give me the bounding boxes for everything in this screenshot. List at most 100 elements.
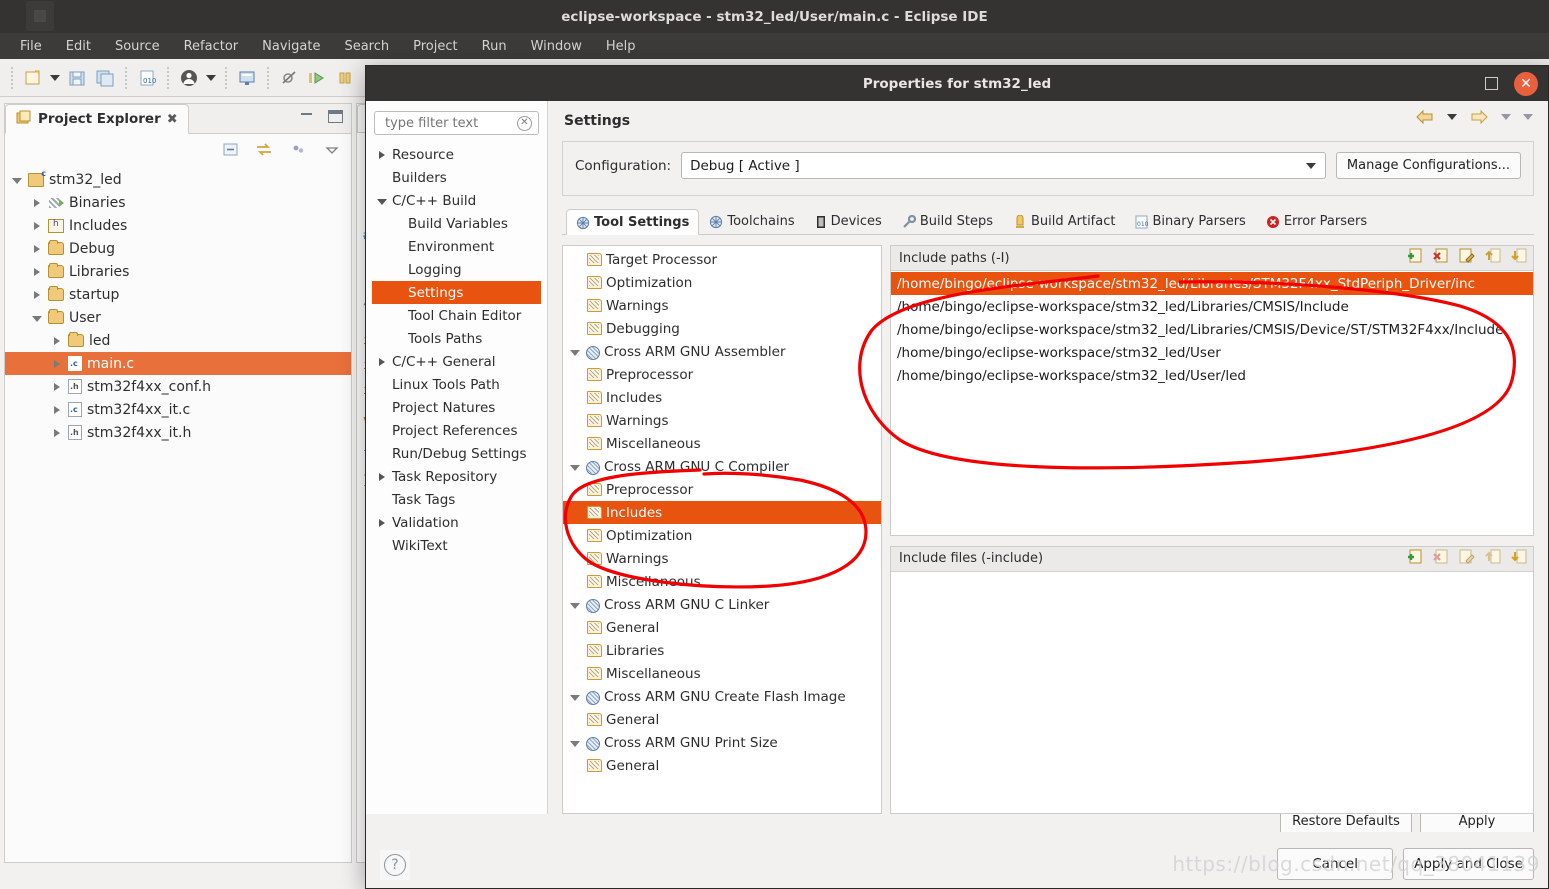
chevron-down-icon[interactable] [376,195,388,207]
restore-defaults-button[interactable]: Restore Defaults [1280,814,1412,832]
menu-file[interactable]: File [8,37,54,56]
menu-edit[interactable]: Edit [54,37,103,56]
tool-tree-item[interactable]: Cross ARM GNU Assembler [563,340,881,363]
properties-nav-item-linux-tools-path[interactable]: Linux Tools Path [372,373,541,396]
configuration-select[interactable]: Debug [ Active ] [681,152,1326,179]
forward-dropdown-icon[interactable] [1500,107,1512,127]
menu-navigate[interactable]: Navigate [250,37,332,56]
skip-breakpoints-icon[interactable] [276,65,302,91]
include-path-row[interactable]: /home/bingo/eclipse-workspace/stm32_led/… [891,318,1533,341]
properties-nav-item-project-references[interactable]: Project References [372,419,541,442]
chevron-right-icon[interactable] [31,266,43,278]
properties-nav-item-wikitext[interactable]: WikiText [372,534,541,557]
tab-binary-parsers[interactable]: 010 Binary Parsers [1125,208,1255,234]
chevron-right-icon[interactable] [51,358,63,370]
tool-tree-item[interactable]: Miscellaneous [563,662,881,685]
include-path-row-selected[interactable]: /home/bingo/eclipse-workspace/stm32_led/… [891,272,1533,295]
chevron-down-icon[interactable] [569,737,581,749]
tool-tree-item[interactable]: Cross ARM GNU C Compiler [563,455,881,478]
chevron-right-icon[interactable] [51,335,63,347]
filter-box[interactable]: ✕ [374,111,539,135]
properties-nav-item-build-variables[interactable]: Build Variables [372,212,541,235]
tab-toolchains[interactable]: Toolchains [699,208,804,234]
tree-item[interactable]: stm32f4xx_it.h [5,421,351,444]
maximize-icon[interactable] [1485,77,1498,90]
tool-settings-tree[interactable]: Target Processor Optimization Warnings Debu… [562,245,882,814]
tool-tree-item[interactable]: Preprocessor [563,363,881,386]
user-icon[interactable] [176,65,202,91]
edit-icon[interactable] [1458,248,1475,268]
tree-item[interactable]: led [5,329,351,352]
tool-tree-item[interactable]: Debugging [563,317,881,340]
menu-run[interactable]: Run [470,37,519,56]
menu-source[interactable]: Source [103,37,172,56]
properties-nav-item-builders[interactable]: Builders [372,166,541,189]
user-dropdown-icon[interactable] [204,66,218,90]
properties-nav-item-c-c-general[interactable]: C/C++ General [372,350,541,373]
help-button[interactable]: ? [380,850,410,880]
move-down-icon[interactable] [1510,248,1527,268]
filter-input[interactable] [383,114,513,132]
project-tree[interactable]: stm32_led Binaries Includes Debug Libraries s… [5,164,351,444]
add-icon[interactable] [1406,549,1423,569]
menu-project[interactable]: Project [401,37,469,56]
move-down-icon[interactable] [1510,549,1527,569]
delete-icon[interactable] [1432,549,1449,569]
tab-tool-settings[interactable]: Tool Settings [566,209,700,235]
tree-item[interactable]: stm32_led [5,168,351,191]
tab-devices[interactable]: Devices [805,208,892,234]
tool-tree-item[interactable]: Warnings [563,409,881,432]
new-file-dropdown-icon[interactable] [48,66,62,90]
include-paths-list[interactable]: /home/bingo/eclipse-workspace/stm32_led/… [891,271,1533,535]
properties-nav-item-resource[interactable]: Resource [372,143,541,166]
properties-nav-item-c-c-build[interactable]: C/C++ Build [372,189,541,212]
chevron-right-icon[interactable] [31,220,43,232]
pause-icon[interactable] [332,65,358,91]
include-path-row[interactable]: /home/bingo/eclipse-workspace/stm32_led/… [891,364,1533,387]
view-menu-icon[interactable] [289,140,307,158]
clear-filter-icon[interactable]: ✕ [517,116,532,131]
chevron-down-icon[interactable] [569,461,581,473]
minimize-view-icon[interactable] [299,110,314,123]
manage-configurations-button[interactable]: Manage Configurations... [1335,152,1521,179]
tab-error-parsers[interactable]: Error Parsers [1256,208,1377,234]
apply-button[interactable]: Apply [1420,814,1534,832]
save-all-icon[interactable] [92,65,118,91]
tool-tree-item[interactable]: General [563,616,881,639]
tool-tree-item[interactable]: Libraries [563,639,881,662]
tool-tree-item[interactable]: Optimization [563,524,881,547]
close-icon[interactable]: ✖ [167,112,178,127]
chevron-right-icon[interactable] [51,404,63,416]
cancel-button[interactable]: Cancel [1277,848,1394,880]
chevron-right-icon[interactable] [51,427,63,439]
include-files-list[interactable] [891,571,1533,813]
page-menu-icon[interactable] [1522,107,1534,127]
chevron-right-icon[interactable] [51,381,63,393]
tool-tree-item[interactable]: General [563,708,881,731]
link-with-editor-icon[interactable] [255,140,273,158]
chevron-down-icon[interactable] [569,599,581,611]
tree-item[interactable]: Binaries [5,191,351,214]
back-dropdown-icon[interactable] [1446,107,1458,127]
tree-item[interactable]: Libraries [5,260,351,283]
tool-tree-item[interactable]: Preprocessor [563,478,881,501]
properties-nav-item-settings[interactable]: Settings [372,281,541,304]
tree-item-selected[interactable]: main.c [5,352,351,375]
properties-nav-item-tool-chain-editor[interactable]: Tool Chain Editor [372,304,541,327]
properties-nav-item-tools-paths[interactable]: Tools Paths [372,327,541,350]
move-up-icon[interactable] [1484,549,1501,569]
close-icon[interactable]: ✕ [1514,71,1538,96]
chevron-right-icon[interactable] [31,289,43,301]
include-path-row[interactable]: /home/bingo/eclipse-workspace/stm32_led/… [891,295,1533,318]
chevron-right-icon[interactable] [31,243,43,255]
collapse-all-icon[interactable] [221,140,239,158]
chevron-right-icon[interactable] [376,149,388,161]
menu-search[interactable]: Search [332,37,401,56]
properties-nav-item-run-debug-settings[interactable]: Run/Debug Settings [372,442,541,465]
tool-tree-item[interactable]: Warnings [563,547,881,570]
chevron-right-icon[interactable] [31,197,43,209]
tool-tree-item[interactable]: Miscellaneous [563,570,881,593]
tab-project-explorer[interactable]: Project Explorer ✖ [5,104,189,134]
tool-tree-item[interactable]: Includes [563,386,881,409]
properties-nav-item-project-natures[interactable]: Project Natures [372,396,541,419]
